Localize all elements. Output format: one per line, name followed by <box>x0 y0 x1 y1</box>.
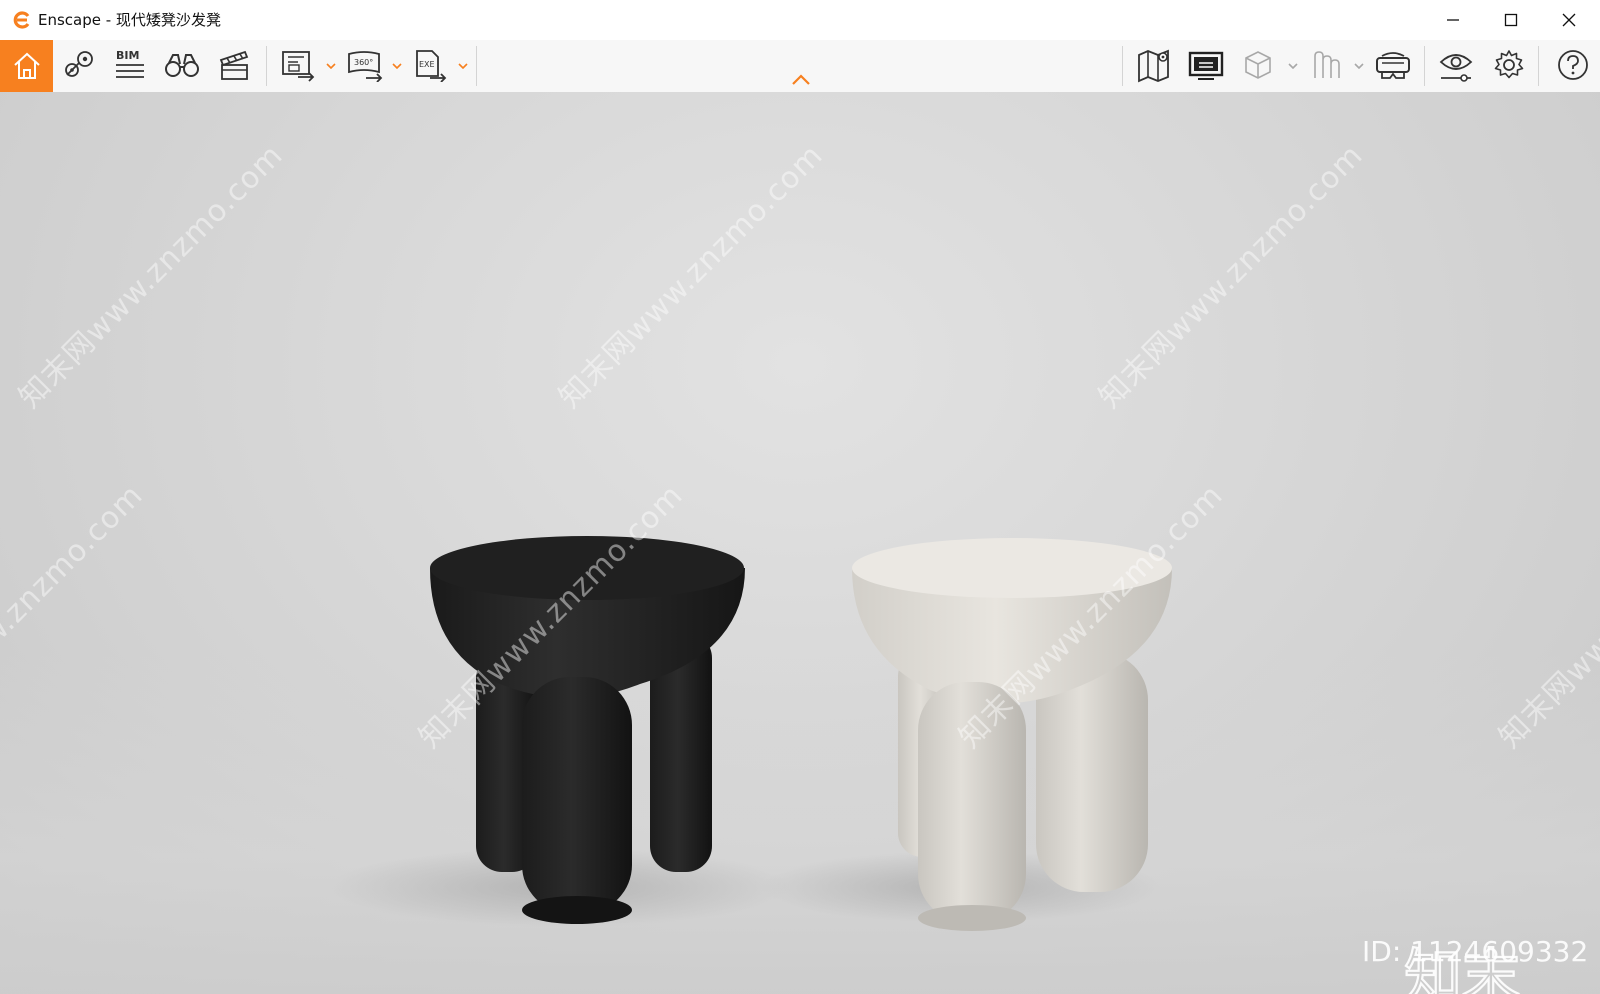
help-button[interactable] <box>1553 42 1593 88</box>
scene-render <box>330 536 1172 931</box>
video-editor-button[interactable] <box>214 42 254 88</box>
collapse-toolbar-button[interactable] <box>790 72 812 88</box>
exe-export-button[interactable]: EXE <box>410 42 450 88</box>
render-viewport[interactable]: 知末网www.znzmo.com 知末网www.znzmo.com 知末网www… <box>0 92 1600 994</box>
minimize-icon <box>1447 19 1459 21</box>
exe-label: EXE <box>419 60 435 69</box>
help-icon <box>1558 50 1588 80</box>
vr-headset-icon <box>1376 52 1410 79</box>
monitor-button[interactable] <box>1186 42 1226 88</box>
chevron-down-icon <box>458 63 468 69</box>
home-icon <box>13 52 40 79</box>
minimize-button[interactable] <box>1424 0 1482 40</box>
panorama-dropdown[interactable] <box>391 40 403 92</box>
toolbar-separator <box>476 46 477 86</box>
asset-library-icon <box>1314 51 1340 78</box>
gear-icon <box>1494 50 1524 79</box>
binoculars-button[interactable] <box>162 42 202 88</box>
cube-icon <box>1245 51 1271 79</box>
toolbar-separator <box>266 46 267 86</box>
close-icon <box>1562 13 1576 27</box>
id-label: ID: 1124609332 <box>1362 935 1589 968</box>
screenshot-export-button[interactable] <box>278 42 318 88</box>
location-pins-button[interactable] <box>60 42 100 88</box>
cube-button[interactable] <box>1238 42 1278 88</box>
bim-label: BIM <box>116 49 139 62</box>
settings-button[interactable] <box>1489 42 1529 88</box>
map-button[interactable] <box>1134 42 1174 88</box>
binoculars-icon <box>165 54 199 77</box>
eye-settings-button[interactable] <box>1436 42 1476 88</box>
panorama-360-label: 360° <box>354 58 373 67</box>
monitor-icon <box>1188 51 1224 80</box>
window-title: Enscape - 现代矮凳沙发凳 <box>38 11 221 29</box>
asset-library-dropdown[interactable] <box>1353 40 1365 92</box>
toolbar-separator <box>1538 46 1539 86</box>
eye-settings-icon <box>1439 54 1473 82</box>
maximize-icon <box>1504 13 1518 27</box>
panorama-360-button[interactable]: 360° <box>344 42 386 88</box>
toolbar-separator <box>1122 46 1123 86</box>
vr-headset-button[interactable] <box>1372 42 1414 88</box>
maximize-button[interactable] <box>1482 0 1540 40</box>
screenshot-export-icon <box>282 51 315 82</box>
chevron-up-icon <box>792 74 810 85</box>
close-button[interactable] <box>1540 0 1598 40</box>
title-bar: Enscape - 现代矮凳沙发凳 <box>0 0 1600 40</box>
bim-button[interactable]: BIM <box>110 42 150 88</box>
chevron-down-icon <box>1288 63 1298 69</box>
enscape-logo-icon <box>12 10 32 30</box>
exe-dropdown[interactable] <box>457 40 469 92</box>
cube-dropdown[interactable] <box>1287 40 1299 92</box>
location-pins-icon <box>65 51 93 77</box>
chevron-down-icon <box>326 63 336 69</box>
map-icon <box>1138 49 1169 83</box>
bim-icon: BIM <box>116 49 144 78</box>
asset-library-button[interactable] <box>1306 42 1346 88</box>
panorama-360-icon: 360° <box>348 51 383 82</box>
toolbar-separator <box>1424 46 1425 86</box>
chevron-down-icon <box>392 63 402 69</box>
screenshot-dropdown[interactable] <box>325 40 337 92</box>
video-editor-icon <box>219 50 249 80</box>
exe-export-icon: EXE <box>416 50 447 82</box>
chevron-down-icon <box>1354 63 1364 69</box>
home-button[interactable] <box>0 40 53 92</box>
